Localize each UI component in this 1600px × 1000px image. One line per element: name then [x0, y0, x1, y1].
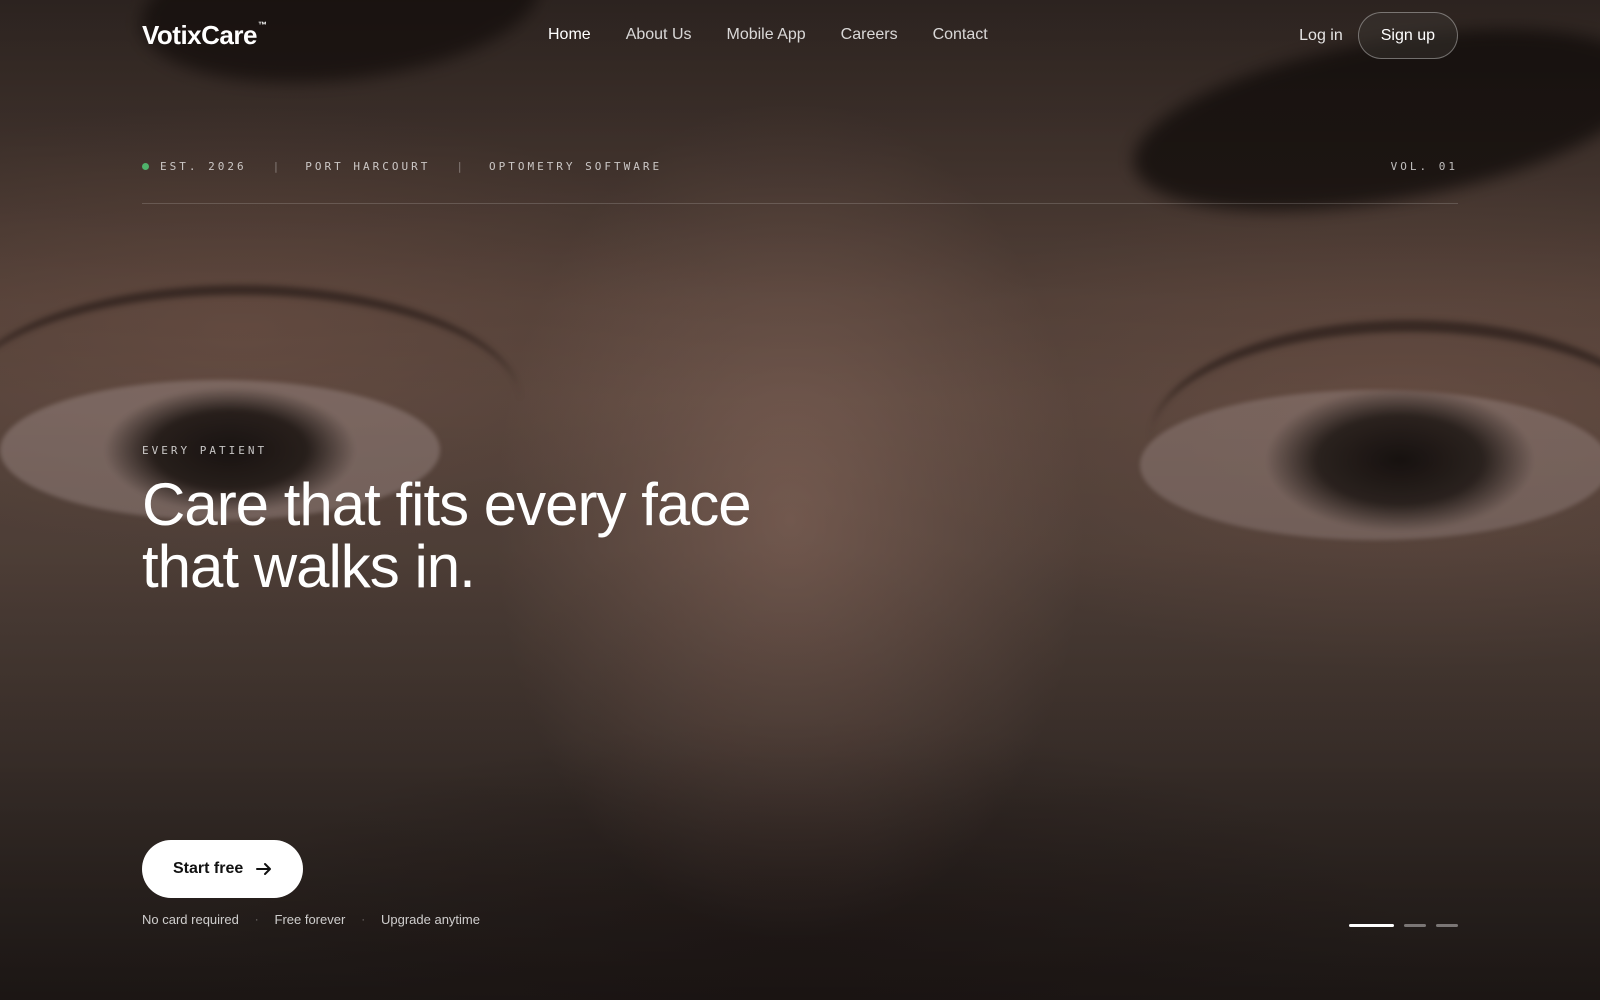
meta-left-group: EST. 2026 | PORT HARCOURT | OPTOMETRY SO… [142, 160, 662, 173]
pager-indicator-1[interactable] [1349, 924, 1394, 927]
nav-link-mobile-app[interactable]: Mobile App [727, 26, 806, 44]
hero-headline-line-1: Care that fits every face [142, 471, 752, 538]
nav-link-home[interactable]: Home [548, 26, 591, 44]
auth-actions: Log in Sign up [1299, 12, 1458, 59]
cta-notes: No card required · Free forever · Upgrad… [142, 912, 480, 927]
nav-link-about-us[interactable]: About Us [626, 26, 692, 44]
meta-category: OPTOMETRY SOFTWARE [488, 160, 663, 173]
note-free-forever: Free forever [274, 912, 346, 927]
trademark-mark: ™ [257, 20, 267, 30]
brand-name: VotixCare [142, 20, 257, 50]
meta-separator: | [272, 160, 280, 173]
brand-logo[interactable]: VotixCare™ [142, 20, 267, 51]
hero-headline: Care that fits every face that walks in. [142, 474, 902, 598]
login-link[interactable]: Log in [1299, 27, 1343, 45]
top-navigation: VotixCare™ Home About Us Mobile App Care… [142, 12, 1458, 60]
primary-nav: Home About Us Mobile App Careers Contact [548, 26, 988, 44]
meta-location: PORT HARCOURT [305, 160, 431, 173]
nav-link-contact[interactable]: Contact [933, 26, 988, 44]
signup-button[interactable]: Sign up [1357, 12, 1458, 59]
note-upgrade-anytime: Upgrade anytime [380, 912, 480, 927]
arrow-right-icon [256, 863, 272, 875]
status-dot-icon [142, 163, 149, 170]
hero-headline-line-2: that walks in. [142, 533, 476, 600]
pager-indicator-2[interactable] [1404, 924, 1426, 927]
start-free-label: Start free [173, 860, 244, 877]
divider-line [142, 203, 1458, 204]
pager-indicator-3[interactable] [1436, 924, 1458, 927]
slide-pager [1349, 924, 1458, 927]
nav-link-careers[interactable]: Careers [841, 26, 898, 44]
hero-eyebrow: EVERY PATIENT [142, 444, 268, 457]
meta-separator: | [456, 160, 463, 173]
note-separator: · [361, 913, 365, 926]
meta-volume: VOL. 01 [1390, 160, 1458, 173]
note-no-card: No card required [142, 912, 239, 927]
note-separator: · [254, 913, 259, 926]
meta-strip: EST. 2026 | PORT HARCOURT | OPTOMETRY SO… [142, 160, 1458, 180]
start-free-button[interactable]: Start free [142, 840, 304, 898]
meta-established: EST. 2026 [160, 160, 247, 173]
